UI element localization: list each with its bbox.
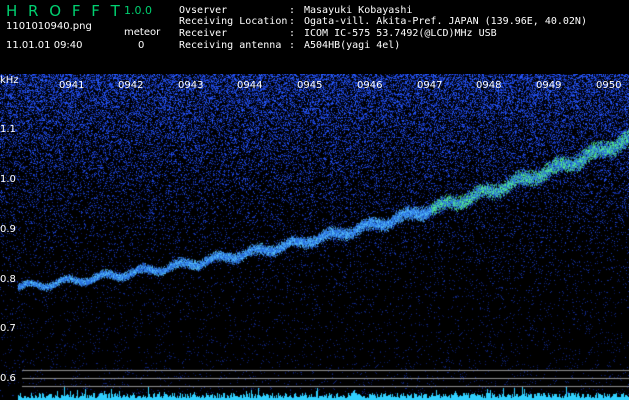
receiver-label: Receiver [179, 28, 228, 39]
time-label-0949: 0949 [536, 80, 562, 91]
location-label: Receiving Location [179, 16, 288, 27]
time-label-0942: 0942 [118, 80, 144, 91]
time-label-0941: 0941 [59, 80, 85, 91]
antenna-colon: : [289, 40, 296, 51]
freq-label-1-0: 1.0 [0, 174, 16, 185]
observer-value: Masayuki Kobayashi [304, 5, 413, 16]
time-label-0946: 0946 [357, 80, 383, 91]
capture-datetime: 11.01.01 09:40 [6, 40, 83, 51]
time-label-0947: 0947 [417, 80, 443, 91]
location-value: Ogata-vill. Akita-Pref. JAPAN (139.96E, … [304, 16, 587, 27]
time-label-0948: 0948 [476, 80, 502, 91]
antenna-label: Receiving antenna [179, 40, 282, 51]
meteor-label: meteor [124, 27, 161, 38]
time-label-0950: 0950 [596, 80, 622, 91]
receiver-value: ICOM IC-575 53.7492(@LCD)MHz USB [304, 28, 497, 39]
antenna-value: A504HB(yagi 4el) [304, 40, 401, 51]
spectrogram-canvas [0, 74, 629, 400]
freq-label-0-6: 0.6 [0, 373, 16, 384]
freq-label-0-8: 0.8 [0, 274, 16, 285]
app-version: 1.0.0 [124, 4, 152, 17]
time-label-0944: 0944 [237, 80, 263, 91]
time-label-0943: 0943 [178, 80, 204, 91]
hrofft-window: H R O F F T 1.0.0 1101010940.png 11.01.0… [0, 0, 629, 400]
file-name: 1101010940.png [6, 21, 92, 32]
time-label-0945: 0945 [297, 80, 323, 91]
location-colon: : [289, 16, 296, 27]
receiver-colon: : [289, 28, 296, 39]
freq-label-0-7: 0.7 [0, 323, 16, 334]
observer-label: Ovserver [179, 5, 228, 16]
observer-colon: : [289, 5, 296, 16]
meteor-count: 0 [138, 40, 145, 51]
freq-label-0-9: 0.9 [0, 224, 16, 235]
unit-label: kHz [0, 75, 19, 86]
app-name: H R O F F T [6, 2, 123, 20]
freq-label-1-1: 1.1 [0, 124, 16, 135]
